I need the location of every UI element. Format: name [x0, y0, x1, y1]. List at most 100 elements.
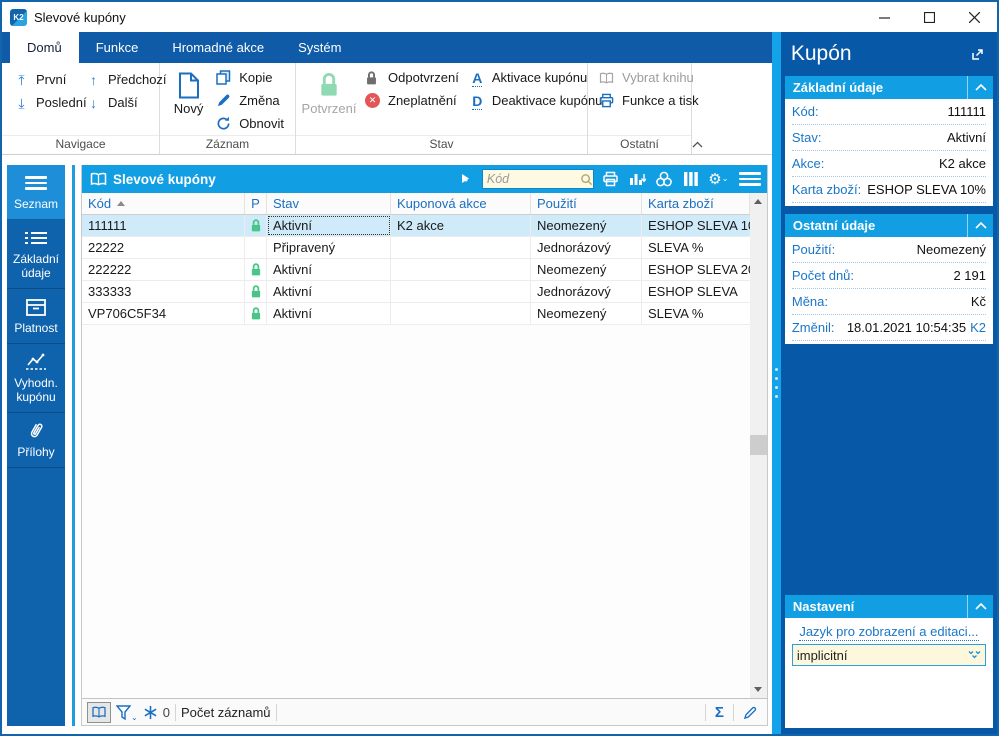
scrollbar-track[interactable] — [750, 210, 767, 681]
search-icon — [580, 173, 593, 186]
section-nastaveni: Nastavení Jazyk pro zobrazení a editaci.… — [785, 595, 993, 728]
columns-icon[interactable] — [681, 168, 702, 190]
freeze-filter-icon[interactable] — [143, 705, 158, 720]
invalidate-button[interactable]: ✕ Zneplatnění — [360, 89, 464, 112]
deactivate-coupon-button[interactable]: D Deaktivace kupónu — [464, 89, 608, 112]
column-header-kuponova-akce[interactable]: Kuponová akce — [391, 193, 531, 214]
panel-splitter[interactable] — [772, 32, 781, 734]
tab-system[interactable]: Systém — [281, 32, 358, 63]
sidebar-item-prilohy[interactable]: Přílohy — [7, 413, 65, 468]
maximize-button[interactable] — [907, 2, 952, 32]
next-record-button[interactable]: ↓ Další — [80, 91, 172, 114]
table-toolbar: Slevové kupóny — [82, 165, 767, 193]
language-setting-label: Jazyk pro zobrazení a editaci... — [785, 624, 993, 639]
ribbon-collapse-button[interactable] — [692, 141, 703, 148]
search-input[interactable] — [483, 172, 580, 186]
language-combobox[interactable]: implicitní — [792, 644, 986, 666]
pencil-icon — [216, 93, 233, 108]
search-box — [482, 169, 594, 189]
new-document-icon — [178, 69, 200, 101]
scrollbar-thumb[interactable] — [750, 435, 767, 455]
table-row[interactable]: VP706C5F34 Aktivní Neomezený SLEVA % — [82, 303, 750, 325]
refresh-button[interactable]: Obnovit — [211, 112, 289, 135]
sidebar-item-platnost[interactable]: Platnost — [7, 289, 65, 344]
red-cross-icon: ✕ — [365, 93, 382, 108]
tab-funkce[interactable]: Funkce — [79, 32, 156, 63]
unconfirm-button[interactable]: Odpotvrzení — [360, 66, 464, 89]
letter-d-icon: D — [469, 94, 486, 108]
book-icon — [599, 72, 616, 84]
section-title: Ostatní údaje — [793, 218, 875, 233]
tab-hromadne-akce[interactable]: Hromadné akce — [155, 32, 281, 63]
expand-filter-icon[interactable] — [460, 173, 472, 185]
table-menu-icon[interactable] — [739, 172, 761, 186]
filter-button[interactable]: ⌄ — [116, 705, 138, 720]
gray-lock-icon — [365, 71, 382, 85]
ribbon-group-ostatni: Vybrat knihu Funkce a tisk Ostatní — [588, 63, 692, 154]
window-title: Slevové kupóny — [34, 10, 126, 25]
group-label-stav: Stav — [296, 135, 587, 154]
lock-icon — [250, 307, 262, 320]
list-menu-icon — [25, 173, 47, 193]
section-title: Základní údaje — [793, 80, 883, 95]
sidebar-item-vyhodnoceni-kuponu[interactable]: Vyhodn. kupónu — [7, 344, 65, 413]
print-icon[interactable] — [600, 168, 621, 190]
tab-domu[interactable]: Domů — [10, 32, 79, 63]
coupons-table-panel: Slevové kupóny — [81, 165, 768, 726]
collapse-section-button[interactable] — [967, 595, 993, 618]
section-ostatni-udaje: Ostatní údaje Použití:Neomezený Počet dn… — [785, 214, 993, 344]
copy-button[interactable]: Kopie — [211, 66, 289, 89]
confirm-button[interactable]: Potvrzení — [302, 66, 356, 116]
table-vertical-scrollbar[interactable] — [750, 193, 767, 698]
book-icon — [90, 172, 107, 186]
column-header-stav[interactable]: Stav — [267, 193, 391, 214]
column-header-karta-zbozi[interactable]: Karta zboží — [642, 193, 750, 214]
select-book-button[interactable]: Vybrat knihu — [594, 66, 704, 89]
collapse-section-button[interactable] — [967, 76, 993, 99]
table-row[interactable]: 22222 Připravený Jednorázový SLEVA % — [82, 237, 750, 259]
frozen-count: 0 — [163, 705, 170, 720]
previous-record-button[interactable]: ↑ Předchozí — [80, 68, 172, 91]
column-header-kod[interactable]: Kód — [82, 193, 245, 214]
first-record-button[interactable]: ⤒ První — [8, 68, 80, 91]
field-row: Měna:Kč — [792, 289, 986, 315]
left-sidebar: Seznam Základní údaje Platnost — [7, 165, 65, 726]
sum-button[interactable]: Σ — [711, 704, 728, 721]
refresh-icon — [216, 116, 233, 131]
functions-print-button[interactable]: Funkce a tisk — [594, 89, 704, 112]
changed-by-user[interactable]: K2 — [970, 320, 986, 335]
new-record-button[interactable]: Nový — [166, 66, 211, 116]
activate-coupon-button[interactable]: A Aktivace kupónu — [464, 66, 608, 89]
k2-app-icon: K2 — [10, 9, 27, 26]
scroll-up-button[interactable] — [750, 193, 767, 210]
last-record-button[interactable]: ⤓ Poslední — [8, 91, 80, 114]
evaluation-chart-icon — [25, 352, 47, 372]
minimize-button[interactable] — [862, 2, 907, 32]
edit-note-button[interactable] — [739, 705, 762, 720]
book-view-button[interactable] — [87, 702, 111, 723]
chart-export-icon[interactable] — [627, 168, 648, 190]
selected-cell: Aktivní — [267, 215, 391, 236]
lock-icon — [250, 219, 262, 232]
open-in-window-icon[interactable] — [970, 47, 985, 62]
table-row[interactable]: 222222 Aktivní Neomezený ESHOP SLEVA 20% — [82, 259, 750, 281]
relations-icon[interactable] — [654, 168, 675, 190]
column-header-p[interactable]: P — [245, 193, 267, 214]
data-grid: Kód P Stav Kuponová akce Použití Karta z… — [82, 193, 767, 698]
close-button[interactable] — [952, 2, 997, 32]
arrow-up-bar-icon: ⤒ — [13, 73, 30, 87]
left-splitter[interactable] — [65, 165, 81, 726]
scroll-down-button[interactable] — [750, 681, 767, 698]
table-row[interactable]: 111111 Aktivní K2 akce Neomezený ESHOP S… — [82, 215, 750, 237]
settings-gear-icon[interactable]: ⚙⌄ — [708, 168, 729, 190]
sidebar-item-seznam[interactable]: Seznam — [7, 165, 65, 220]
table-row[interactable]: 333333 Aktivní Jednorázový ESHOP SLEVA — [82, 281, 750, 303]
combo-dropdown-icon — [968, 650, 981, 660]
collapse-section-button[interactable] — [967, 214, 993, 237]
sidebar-item-zakladni-udaje[interactable]: Základní údaje — [7, 220, 65, 289]
edit-button[interactable]: Změna — [211, 89, 289, 112]
column-header-pouziti[interactable]: Použití — [531, 193, 642, 214]
letter-a-icon: A — [469, 71, 486, 85]
printer-icon — [599, 93, 616, 108]
green-lock-icon — [317, 69, 341, 101]
